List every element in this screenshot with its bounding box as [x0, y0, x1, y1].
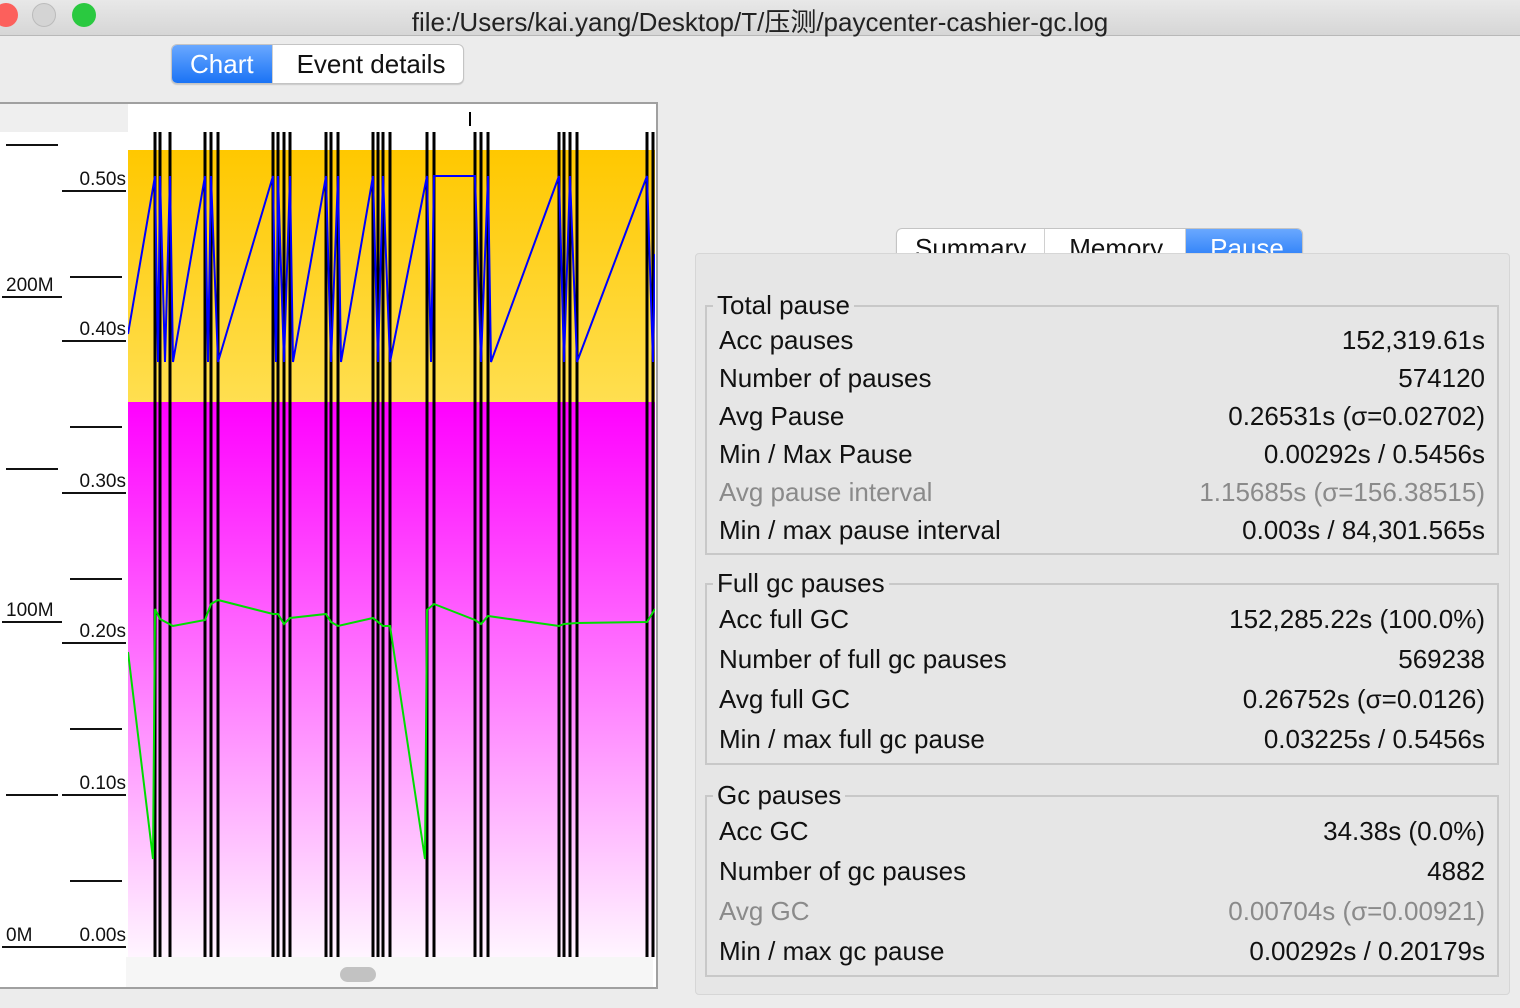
pause-axis-tick: 0.10s: [62, 774, 126, 796]
tab-event-details[interactable]: Event details: [273, 45, 464, 83]
stat-label: Acc GC: [719, 816, 809, 846]
minor-tick: [70, 426, 122, 428]
stat-value: 152,285.22s (100.0%): [1229, 604, 1485, 634]
stat-value: 574120: [1398, 363, 1485, 393]
minor-tick: [70, 578, 122, 580]
stat-label: Avg GC: [719, 896, 810, 926]
pause-axis-tick: 0.50s: [62, 170, 126, 192]
stat-value: 0.003s / 84,301.565s: [1242, 515, 1485, 545]
pause-axis-tick: 0.40s: [62, 320, 126, 342]
stat-row: Avg GC 0.00704s (σ=0.00921): [719, 891, 1485, 931]
stat-value: 1.15685s (σ=156.38515): [1199, 477, 1485, 507]
stat-row: Acc full GC 152,285.22s (100.0%): [719, 599, 1485, 639]
group-full-gc-pauses: Full gc pauses Acc full GC 152,285.22s (10…: [705, 568, 1499, 765]
minor-tick: [6, 794, 58, 796]
memory-axis-tick: 100M: [2, 601, 62, 623]
pause-axis-tick: 0.30s: [62, 472, 126, 494]
stat-label: Acc full GC: [719, 604, 850, 634]
stat-row: Number of pauses 574120: [719, 359, 1485, 397]
stat-value: 0.00704s (σ=0.00921): [1228, 896, 1485, 926]
chart-panel: 0.50s 0.40s 0.30s 0.20s 0.10s 0.00s 200M 100M 0M: [0, 102, 658, 989]
stat-row: Avg full GC 0.26752s (σ=0.0126): [719, 679, 1485, 719]
stat-row: Min / max full gc pause 0.03225s / 0.5456…: [719, 719, 1485, 759]
group-title: Full gc pauses: [717, 568, 885, 598]
stat-value: 34.38s (0.0%): [1323, 816, 1485, 846]
group-total-pause: Total pause Acc pauses 152,319.61s Number o…: [705, 290, 1499, 555]
stat-value: 0.26531s (σ=0.02702): [1228, 401, 1485, 431]
group-gc-pauses: Gc pauses Acc GC 34.38s (0.0%) Number of gc…: [705, 780, 1499, 977]
stat-row: Min / Max Pause 0.00292s / 0.5456s: [719, 435, 1485, 473]
stat-row: Min / max gc pause 0.00292s / 0.20179s: [719, 931, 1485, 971]
title-bar: file:/Users/kai.yang/Desktop/T/压测/paycen…: [0, 0, 1520, 37]
tab-chart[interactable]: Chart: [172, 45, 273, 83]
stat-row: Acc GC 34.38s (0.0%): [719, 811, 1485, 851]
stat-row: Number of full gc pauses 569238: [719, 639, 1485, 679]
memory-axis-tick: 200M: [2, 276, 62, 298]
stat-value: 569238: [1398, 644, 1485, 674]
stat-label: Min / max full gc pause: [719, 724, 985, 754]
stat-label: Avg pause interval: [719, 477, 933, 507]
memory-axis-tick: 0M: [2, 926, 126, 948]
window-title: file:/Users/kai.yang/Desktop/T/压测/paycen…: [411, 7, 1109, 37]
stat-row: Avg Pause 0.26531s (σ=0.02702): [719, 397, 1485, 435]
minor-tick: [6, 144, 58, 146]
minor-tick: [70, 880, 122, 882]
pause-panel: Total pause Acc pauses 152,319.61s Number o…: [695, 253, 1510, 995]
stat-value: 0.00292s / 0.20179s: [1249, 936, 1485, 966]
stat-row: Avg pause interval 1.15685s (σ=156.38515): [719, 473, 1485, 511]
minor-tick: [70, 276, 122, 278]
stat-label: Min / Max Pause: [719, 439, 913, 469]
scrollbar-thumb[interactable]: [340, 967, 376, 982]
stat-row: Min / max pause interval 0.003s / 84,301.…: [719, 511, 1485, 549]
group-title: Gc pauses: [717, 780, 842, 810]
stat-value: 0.00292s / 0.5456s: [1263, 439, 1485, 469]
stat-value: 4882: [1427, 856, 1485, 886]
stat-label: Avg full GC: [719, 684, 851, 714]
group-title: Total pause: [717, 290, 850, 320]
horizontal-scrollbar[interactable]: [126, 957, 653, 987]
gc-chart[interactable]: [128, 104, 655, 957]
stat-label: Number of gc pauses: [719, 856, 967, 886]
stat-value: 0.03225s / 0.5456s: [1263, 724, 1485, 754]
stat-label: Min / max pause interval: [719, 515, 1001, 545]
stat-label: Min / max gc pause: [719, 936, 945, 966]
stat-label: Acc pauses: [719, 325, 854, 355]
stat-label: Number of full gc pauses: [719, 644, 1007, 674]
stat-value: 0.26752s (σ=0.0126): [1242, 684, 1485, 714]
left-tab-bar: Chart Event details: [171, 44, 465, 84]
stat-row: Acc pauses 152,319.61s: [719, 321, 1485, 359]
stat-label: Avg Pause: [719, 401, 845, 431]
stat-row: Number of gc pauses 4882: [719, 851, 1485, 891]
pause-axis-tick: 0.20s: [62, 622, 126, 644]
minor-tick: [70, 728, 122, 730]
stat-label: Number of pauses: [719, 363, 932, 393]
axis-header: [0, 104, 128, 132]
minor-tick: [6, 468, 58, 470]
stat-value: 152,319.61s: [1341, 325, 1485, 355]
